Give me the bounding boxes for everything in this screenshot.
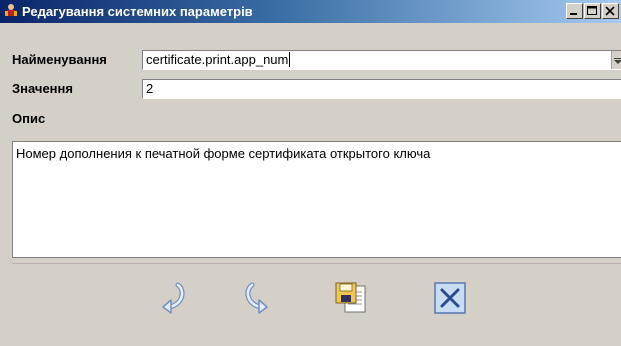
- separator: [12, 263, 621, 264]
- close-x-icon: [434, 282, 466, 314]
- close-window-button[interactable]: [602, 3, 619, 19]
- save-document-icon: [335, 282, 366, 313]
- undo-button[interactable]: [156, 280, 192, 316]
- value-text: 2: [146, 81, 154, 96]
- undo-arrow-icon: [162, 282, 185, 314]
- value-label: Значення: [12, 81, 73, 96]
- window-title: Редагування системних параметрів: [22, 4, 253, 19]
- description-text: Номер дополнения к печатной форме сертиф…: [16, 146, 431, 161]
- chevron-down-icon: [614, 58, 621, 64]
- name-combobox[interactable]: certificate.print.app_num: [142, 50, 621, 70]
- save-button[interactable]: [333, 280, 369, 316]
- dropdown-button[interactable]: [611, 51, 621, 69]
- close-icon: [605, 6, 615, 16]
- redo-button[interactable]: [238, 280, 274, 316]
- app-figure-icon: [5, 4, 17, 20]
- title-bar[interactable]: Редагування системних параметрів: [0, 0, 621, 23]
- description-label: Опис: [12, 111, 46, 126]
- name-value: certificate.print.app_num: [146, 52, 289, 67]
- maximize-button[interactable]: [584, 3, 601, 19]
- description-textarea[interactable]: Номер дополнения к печатной форме сертиф…: [12, 141, 621, 258]
- maximize-icon: [587, 6, 597, 15]
- text-caret: [289, 52, 291, 67]
- minimize-button[interactable]: [566, 3, 583, 19]
- cancel-button[interactable]: [432, 280, 468, 316]
- redo-arrow-icon: [245, 282, 268, 314]
- name-label: Найменування: [12, 52, 107, 67]
- value-input[interactable]: 2: [142, 79, 621, 99]
- minimize-icon: [570, 13, 577, 15]
